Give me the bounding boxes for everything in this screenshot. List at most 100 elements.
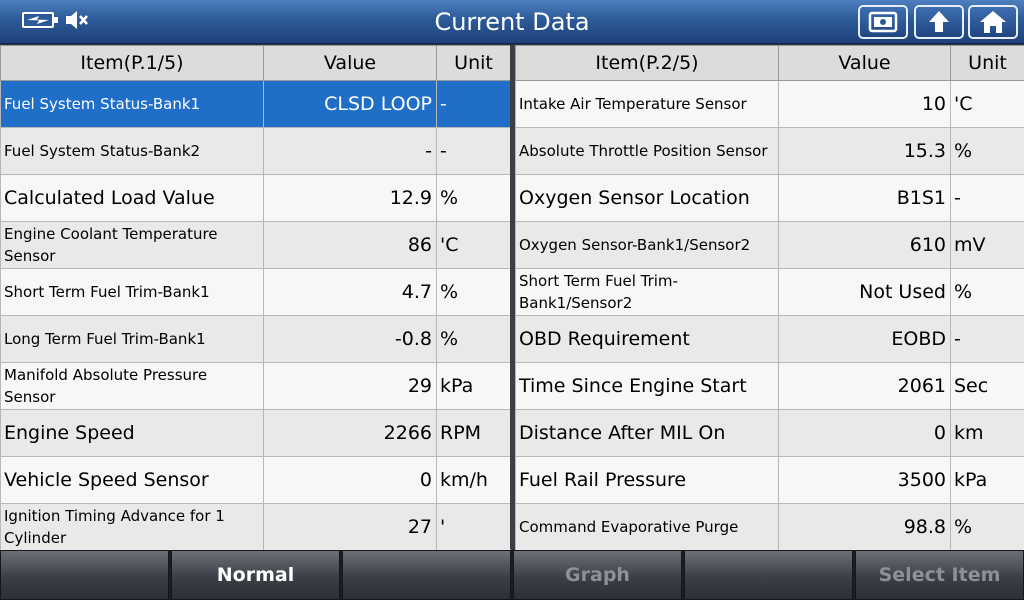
row-value: 86 bbox=[263, 221, 437, 269]
row-unit: km bbox=[950, 409, 1024, 457]
empty-button bbox=[342, 550, 511, 600]
data-table-right: Item(P.2/5) Value Unit Intake Air Temper… bbox=[515, 45, 1024, 551]
table-row[interactable]: OBD Requirement EOBD - bbox=[515, 315, 1024, 363]
row-item-name: Fuel System Status-Bank1 bbox=[0, 80, 264, 128]
column-header-item[interactable]: Item(P.2/5) bbox=[515, 45, 779, 81]
table-row[interactable]: Ignition Timing Advance for 1 Cylinder 27… bbox=[0, 503, 511, 551]
row-value: 98.8 bbox=[778, 503, 951, 551]
table-row[interactable]: Calculated Load Value 12.9% bbox=[0, 174, 511, 222]
row-unit: kPa bbox=[950, 456, 1024, 504]
table-row[interactable]: Engine Speed 2266 RPM bbox=[0, 409, 511, 457]
row-item-name: Oxygen Sensor Location bbox=[515, 174, 779, 222]
row-value: 4.7 bbox=[263, 268, 437, 316]
table-row[interactable]: Intake Air Temperature Sensor 10 'C bbox=[515, 80, 1024, 128]
table-row[interactable]: Distance After MIL On 0 km bbox=[515, 409, 1024, 457]
row-item-name: OBD Requirement bbox=[515, 315, 779, 363]
row-item-name: Short Term Fuel Trim-Bank1/Sensor2 bbox=[515, 268, 779, 316]
row-unit: - bbox=[950, 174, 1024, 222]
screenshot-button[interactable] bbox=[858, 5, 908, 39]
row-unit: % bbox=[436, 315, 511, 363]
back-icon bbox=[929, 11, 949, 32]
row-unit: kPa bbox=[436, 362, 511, 410]
row-unit: % bbox=[950, 127, 1024, 175]
row-item-name: Long Term Fuel Trim-Bank1 bbox=[0, 315, 264, 363]
home-button[interactable] bbox=[968, 5, 1018, 39]
row-value: 15.3 bbox=[778, 127, 951, 175]
select-item-button: Select Item bbox=[855, 550, 1024, 600]
row-item-name: Ignition Timing Advance for 1 Cylinder bbox=[0, 503, 264, 551]
row-item-name: Distance After MIL On bbox=[515, 409, 779, 457]
back-button[interactable] bbox=[914, 5, 964, 39]
row-value: -0.8 bbox=[263, 315, 437, 363]
table-row[interactable]: Engine Coolant Temperature Sensor 86 'C bbox=[0, 221, 511, 269]
table-row[interactable]: Short Term Fuel Trim-Bank1 4.7% bbox=[0, 268, 511, 316]
table-row[interactable]: Fuel System Status-Bank2- - bbox=[0, 127, 511, 175]
row-value: 10 bbox=[778, 80, 951, 128]
row-item-name: Calculated Load Value bbox=[0, 174, 264, 222]
row-unit: % bbox=[436, 174, 511, 222]
table-row[interactable]: Short Term Fuel Trim-Bank1/Sensor2 Not Us… bbox=[515, 268, 1024, 316]
row-value: 2266 bbox=[263, 409, 437, 457]
table-row[interactable]: Oxygen Sensor-Bank1/Sensor2 610 mV bbox=[515, 221, 1024, 269]
table-row[interactable]: Fuel Rail Pressure 3500 kPa bbox=[515, 456, 1024, 504]
row-unit: - bbox=[950, 315, 1024, 363]
screenshot-icon bbox=[868, 11, 898, 33]
row-value: 27 bbox=[263, 503, 437, 551]
empty-button bbox=[0, 550, 169, 600]
graph-button: Graph bbox=[513, 550, 682, 600]
row-item-name: Oxygen Sensor-Bank1/Sensor2 bbox=[515, 221, 779, 269]
table-row[interactable]: Command Evaporative Purge 98.8% bbox=[515, 503, 1024, 551]
table-row[interactable]: Absolute Throttle Position Sensor 15.3% bbox=[515, 127, 1024, 175]
row-item-name: Engine Speed bbox=[0, 409, 264, 457]
row-unit: - bbox=[436, 80, 511, 128]
row-value: B1S1 bbox=[778, 174, 951, 222]
row-item-name: Engine Coolant Temperature Sensor bbox=[0, 221, 264, 269]
row-unit: 'C bbox=[436, 221, 511, 269]
normal-button[interactable]: Normal bbox=[171, 550, 340, 600]
row-item-name: Vehicle Speed Sensor bbox=[0, 456, 264, 504]
row-value: EOBD bbox=[778, 315, 951, 363]
row-item-name: Absolute Throttle Position Sensor bbox=[515, 127, 779, 175]
bottom-toolbar: Normal Graph Select Item bbox=[0, 550, 1024, 600]
row-unit: km/h bbox=[436, 456, 511, 504]
row-value: Not Used bbox=[778, 268, 951, 316]
table-row[interactable]: Long Term Fuel Trim-Bank1 -0.8% bbox=[0, 315, 511, 363]
data-table-left: Item(P.1/5) Value Unit Fuel System Statu… bbox=[0, 45, 511, 551]
row-unit: % bbox=[950, 268, 1024, 316]
row-unit: % bbox=[436, 268, 511, 316]
row-value: - bbox=[263, 127, 437, 175]
home-icon bbox=[980, 11, 1006, 33]
column-header-item[interactable]: Item(P.1/5) bbox=[0, 45, 264, 81]
column-header-value: Value bbox=[778, 45, 951, 81]
row-unit: % bbox=[950, 503, 1024, 551]
row-unit: 'C bbox=[950, 80, 1024, 128]
row-item-name: Time Since Engine Start bbox=[515, 362, 779, 410]
row-item-name: Command Evaporative Purge bbox=[515, 503, 779, 551]
row-value: 12.9 bbox=[263, 174, 437, 222]
row-item-name: Short Term Fuel Trim-Bank1 bbox=[0, 268, 264, 316]
empty-button bbox=[684, 550, 853, 600]
column-header-unit: Unit bbox=[436, 45, 511, 81]
row-unit: - bbox=[436, 127, 511, 175]
title-bar: Current Data bbox=[0, 0, 1024, 44]
row-value: 3500 bbox=[778, 456, 951, 504]
row-unit: mV bbox=[950, 221, 1024, 269]
row-item-name: Fuel System Status-Bank2 bbox=[0, 127, 264, 175]
row-item-name: Manifold Absolute Pressure Sensor bbox=[0, 362, 264, 410]
row-item-name: Intake Air Temperature Sensor bbox=[515, 80, 779, 128]
table-row[interactable]: Manifold Absolute Pressure Sensor 29 kPa bbox=[0, 362, 511, 410]
row-value: 0 bbox=[778, 409, 951, 457]
table-row[interactable]: Time Since Engine Start 2061 Sec bbox=[515, 362, 1024, 410]
row-unit: ' bbox=[436, 503, 511, 551]
row-value: 0 bbox=[263, 456, 437, 504]
table-row[interactable]: Oxygen Sensor Location B1S1- bbox=[515, 174, 1024, 222]
row-value: 610 bbox=[778, 221, 951, 269]
column-header-unit: Unit bbox=[950, 45, 1024, 81]
row-value: 29 bbox=[263, 362, 437, 410]
row-value: CLSD LOOP bbox=[263, 80, 437, 128]
table-row[interactable]: Fuel System Status-Bank1 CLSD LOOP - bbox=[0, 80, 511, 128]
column-header-value: Value bbox=[263, 45, 437, 81]
row-value: 2061 bbox=[778, 362, 951, 410]
table-row[interactable]: Vehicle Speed Sensor 0 km/h bbox=[0, 456, 511, 504]
row-unit: Sec bbox=[950, 362, 1024, 410]
